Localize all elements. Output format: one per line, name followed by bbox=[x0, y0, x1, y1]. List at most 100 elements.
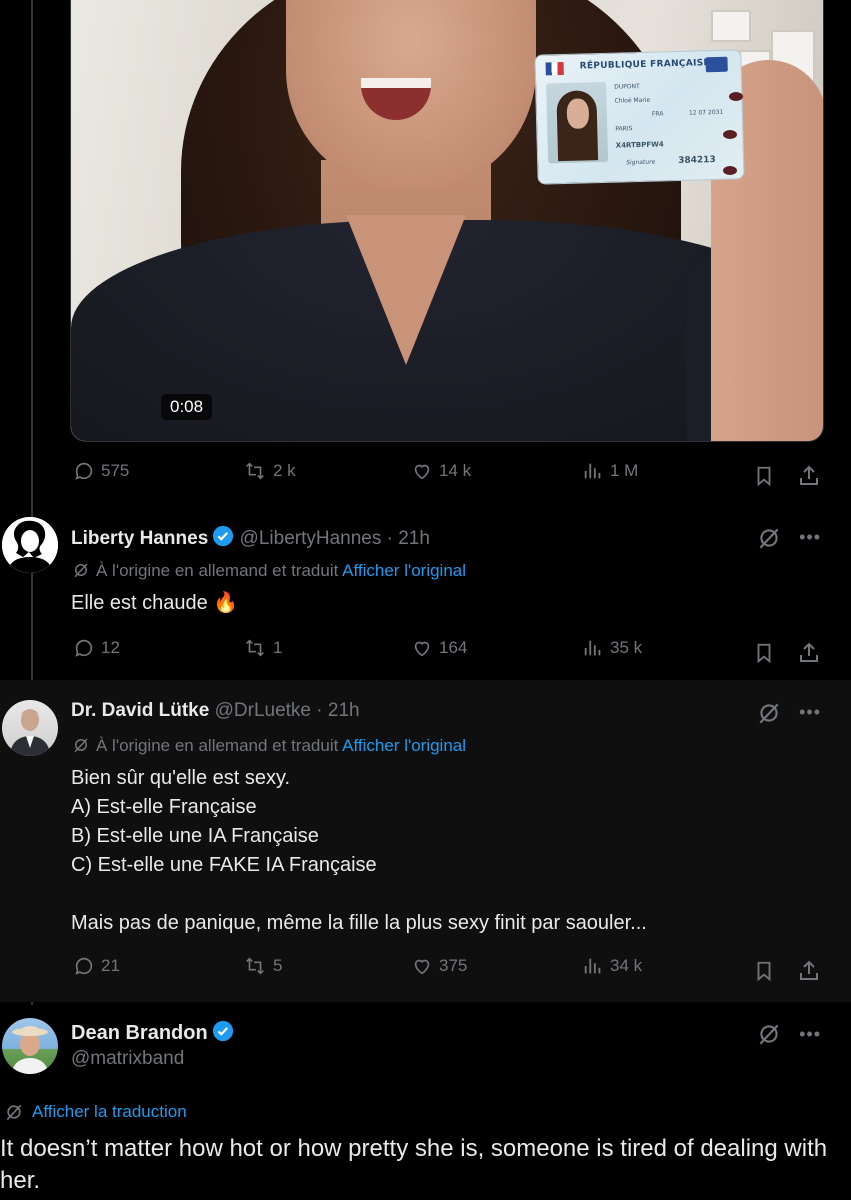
views-count: 35 k bbox=[610, 638, 643, 657]
bookmark-icon[interactable] bbox=[753, 641, 775, 665]
bookmark-icon[interactable] bbox=[753, 959, 775, 983]
views-count: 1 M bbox=[610, 461, 639, 480]
id-card-city: PARIS bbox=[615, 125, 633, 133]
author-handle[interactable]: @DrLuetke · 21h bbox=[215, 700, 360, 721]
tweet-text: Bien sûr qu'elle est sexy. A) Est-elle F… bbox=[71, 767, 647, 934]
share-icon[interactable] bbox=[797, 959, 821, 983]
reply-tweet[interactable]: Dr. David Lütke @DrLuetke · 21h ••• À l'… bbox=[0, 680, 851, 1002]
tweet-text: It doesn’t matter how hot or how pretty … bbox=[0, 1135, 828, 1194]
id-card-header: RÉPUBLIQUE FRANÇAISE bbox=[579, 58, 711, 72]
views-icon bbox=[584, 958, 601, 974]
grok-icon[interactable] bbox=[756, 1021, 782, 1047]
wall-picture bbox=[711, 10, 751, 42]
translation-note-text: À l'origine en allemand et traduit bbox=[96, 561, 339, 580]
main-post-actions: 575 2 k 14 k 1 M bbox=[0, 460, 851, 490]
avatar-portrait bbox=[10, 709, 50, 756]
share-icon[interactable] bbox=[797, 641, 821, 665]
views-button[interactable]: 34 k bbox=[582, 955, 642, 977]
views-icon bbox=[584, 640, 601, 656]
more-options-icon[interactable]: ••• bbox=[799, 527, 821, 548]
grok-icon[interactable] bbox=[756, 700, 782, 726]
avatar[interactable] bbox=[2, 517, 58, 573]
author-name[interactable]: Liberty Hannes bbox=[71, 528, 208, 549]
tweet-actions: 21 5 375 34 k bbox=[0, 955, 851, 985]
like-count: 164 bbox=[439, 638, 468, 657]
author-name[interactable]: Dr. David Lütke bbox=[71, 700, 209, 721]
like-button[interactable]: 14 k bbox=[411, 460, 471, 482]
bookmark-icon[interactable] bbox=[753, 464, 775, 488]
repost-count: 2 k bbox=[273, 461, 296, 480]
fingernail bbox=[723, 130, 737, 139]
avatar[interactable] bbox=[2, 700, 58, 756]
id-card-nationality: FRA bbox=[651, 110, 664, 118]
id-card-signature: Signature bbox=[626, 158, 656, 167]
heart-icon bbox=[414, 641, 430, 657]
translation-note: À l'origine en allemand et traduit Affic… bbox=[72, 736, 466, 756]
translation-note-text: À l'origine en allemand et traduit bbox=[96, 736, 339, 755]
reply-icon bbox=[75, 462, 93, 480]
show-original-link[interactable]: Afficher l'original bbox=[342, 736, 466, 755]
avatar-portrait bbox=[12, 1026, 48, 1074]
repost-button[interactable]: 1 bbox=[243, 637, 282, 659]
id-card-date: 12 07 2031 bbox=[688, 108, 724, 117]
heart-icon bbox=[414, 959, 430, 975]
reply-count: 575 bbox=[101, 461, 130, 480]
like-count: 375 bbox=[439, 956, 468, 975]
reply-icon bbox=[75, 639, 93, 657]
video-timestamp: 0:08 bbox=[161, 394, 213, 420]
fingernail bbox=[723, 166, 737, 175]
translate-link[interactable]: Afficher la traduction bbox=[4, 1102, 187, 1122]
translate-icon bbox=[74, 738, 88, 753]
more-options-icon[interactable]: ••• bbox=[799, 702, 821, 723]
reply-button[interactable]: 21 bbox=[73, 955, 120, 977]
views-button[interactable]: 35 k bbox=[582, 637, 642, 659]
french-flag-icon bbox=[545, 61, 564, 76]
reply-icon bbox=[75, 957, 93, 975]
tweet-text: Elle est chaude 🔥 bbox=[71, 592, 239, 614]
views-icon bbox=[584, 463, 601, 479]
repost-button[interactable]: 2 k bbox=[243, 460, 296, 482]
repost-icon bbox=[246, 639, 264, 657]
id-card-number: 384213 bbox=[678, 155, 716, 167]
like-button[interactable]: 164 bbox=[411, 637, 467, 659]
views-button[interactable]: 1 M bbox=[582, 460, 638, 482]
neckline bbox=[346, 215, 466, 365]
more-options-icon[interactable]: ••• bbox=[799, 1024, 821, 1045]
verified-badge-icon bbox=[213, 525, 234, 547]
share-icon[interactable] bbox=[797, 464, 821, 488]
eu-flag-icon bbox=[705, 56, 728, 73]
author-handle[interactable]: @LibertyHannes · 21h bbox=[240, 528, 430, 549]
author-handle[interactable]: @matrixband bbox=[71, 1048, 184, 1070]
translate-link-text: Afficher la traduction bbox=[32, 1102, 187, 1121]
reply-button[interactable]: 575 bbox=[73, 460, 129, 482]
author-line: Dr. David Lütke @DrLuetke · 21h bbox=[71, 700, 360, 722]
heart-icon bbox=[414, 464, 430, 480]
reply-button[interactable]: 12 bbox=[73, 637, 120, 659]
id-card-surname: DUPONT bbox=[614, 82, 640, 91]
id-card-given-name: Chloé Marie bbox=[614, 96, 651, 105]
repost-count: 1 bbox=[273, 638, 283, 657]
show-original-link[interactable]: Afficher l'original bbox=[342, 561, 466, 580]
reply-count: 12 bbox=[101, 638, 120, 657]
repost-button[interactable]: 5 bbox=[243, 955, 282, 977]
author-name[interactable]: Dean Brandon bbox=[71, 1020, 234, 1045]
fingernail bbox=[729, 92, 743, 101]
avatar[interactable] bbox=[2, 1018, 58, 1074]
translation-note: À l'origine en allemand et traduit Affic… bbox=[72, 561, 466, 581]
repost-icon bbox=[246, 957, 264, 975]
like-count: 14 k bbox=[439, 461, 472, 480]
id-card-photo bbox=[546, 81, 609, 164]
id-card: RÉPUBLIQUE FRANÇAISE DUPONT Chloé Marie … bbox=[534, 49, 745, 185]
author-name-text: Dean Brandon bbox=[71, 1022, 208, 1044]
verified-badge-icon bbox=[212, 1020, 233, 1042]
reply-count: 21 bbox=[101, 956, 120, 975]
reply-tweet[interactable]: Liberty Hannes @LibertyHannes · 21h ••• … bbox=[0, 505, 851, 680]
views-count: 34 k bbox=[610, 956, 643, 975]
author-line: Liberty Hannes @LibertyHannes · 21h bbox=[71, 525, 430, 550]
id-card-mrz: X4RTBPFW4 bbox=[615, 140, 664, 150]
grok-icon[interactable] bbox=[756, 525, 782, 551]
like-button[interactable]: 375 bbox=[411, 955, 467, 977]
tweet-actions: 12 1 164 35 k bbox=[0, 637, 851, 667]
video-player[interactable]: RÉPUBLIQUE FRANÇAISE DUPONT Chloé Marie … bbox=[70, 0, 824, 442]
avatar-silhouette bbox=[2, 517, 58, 573]
